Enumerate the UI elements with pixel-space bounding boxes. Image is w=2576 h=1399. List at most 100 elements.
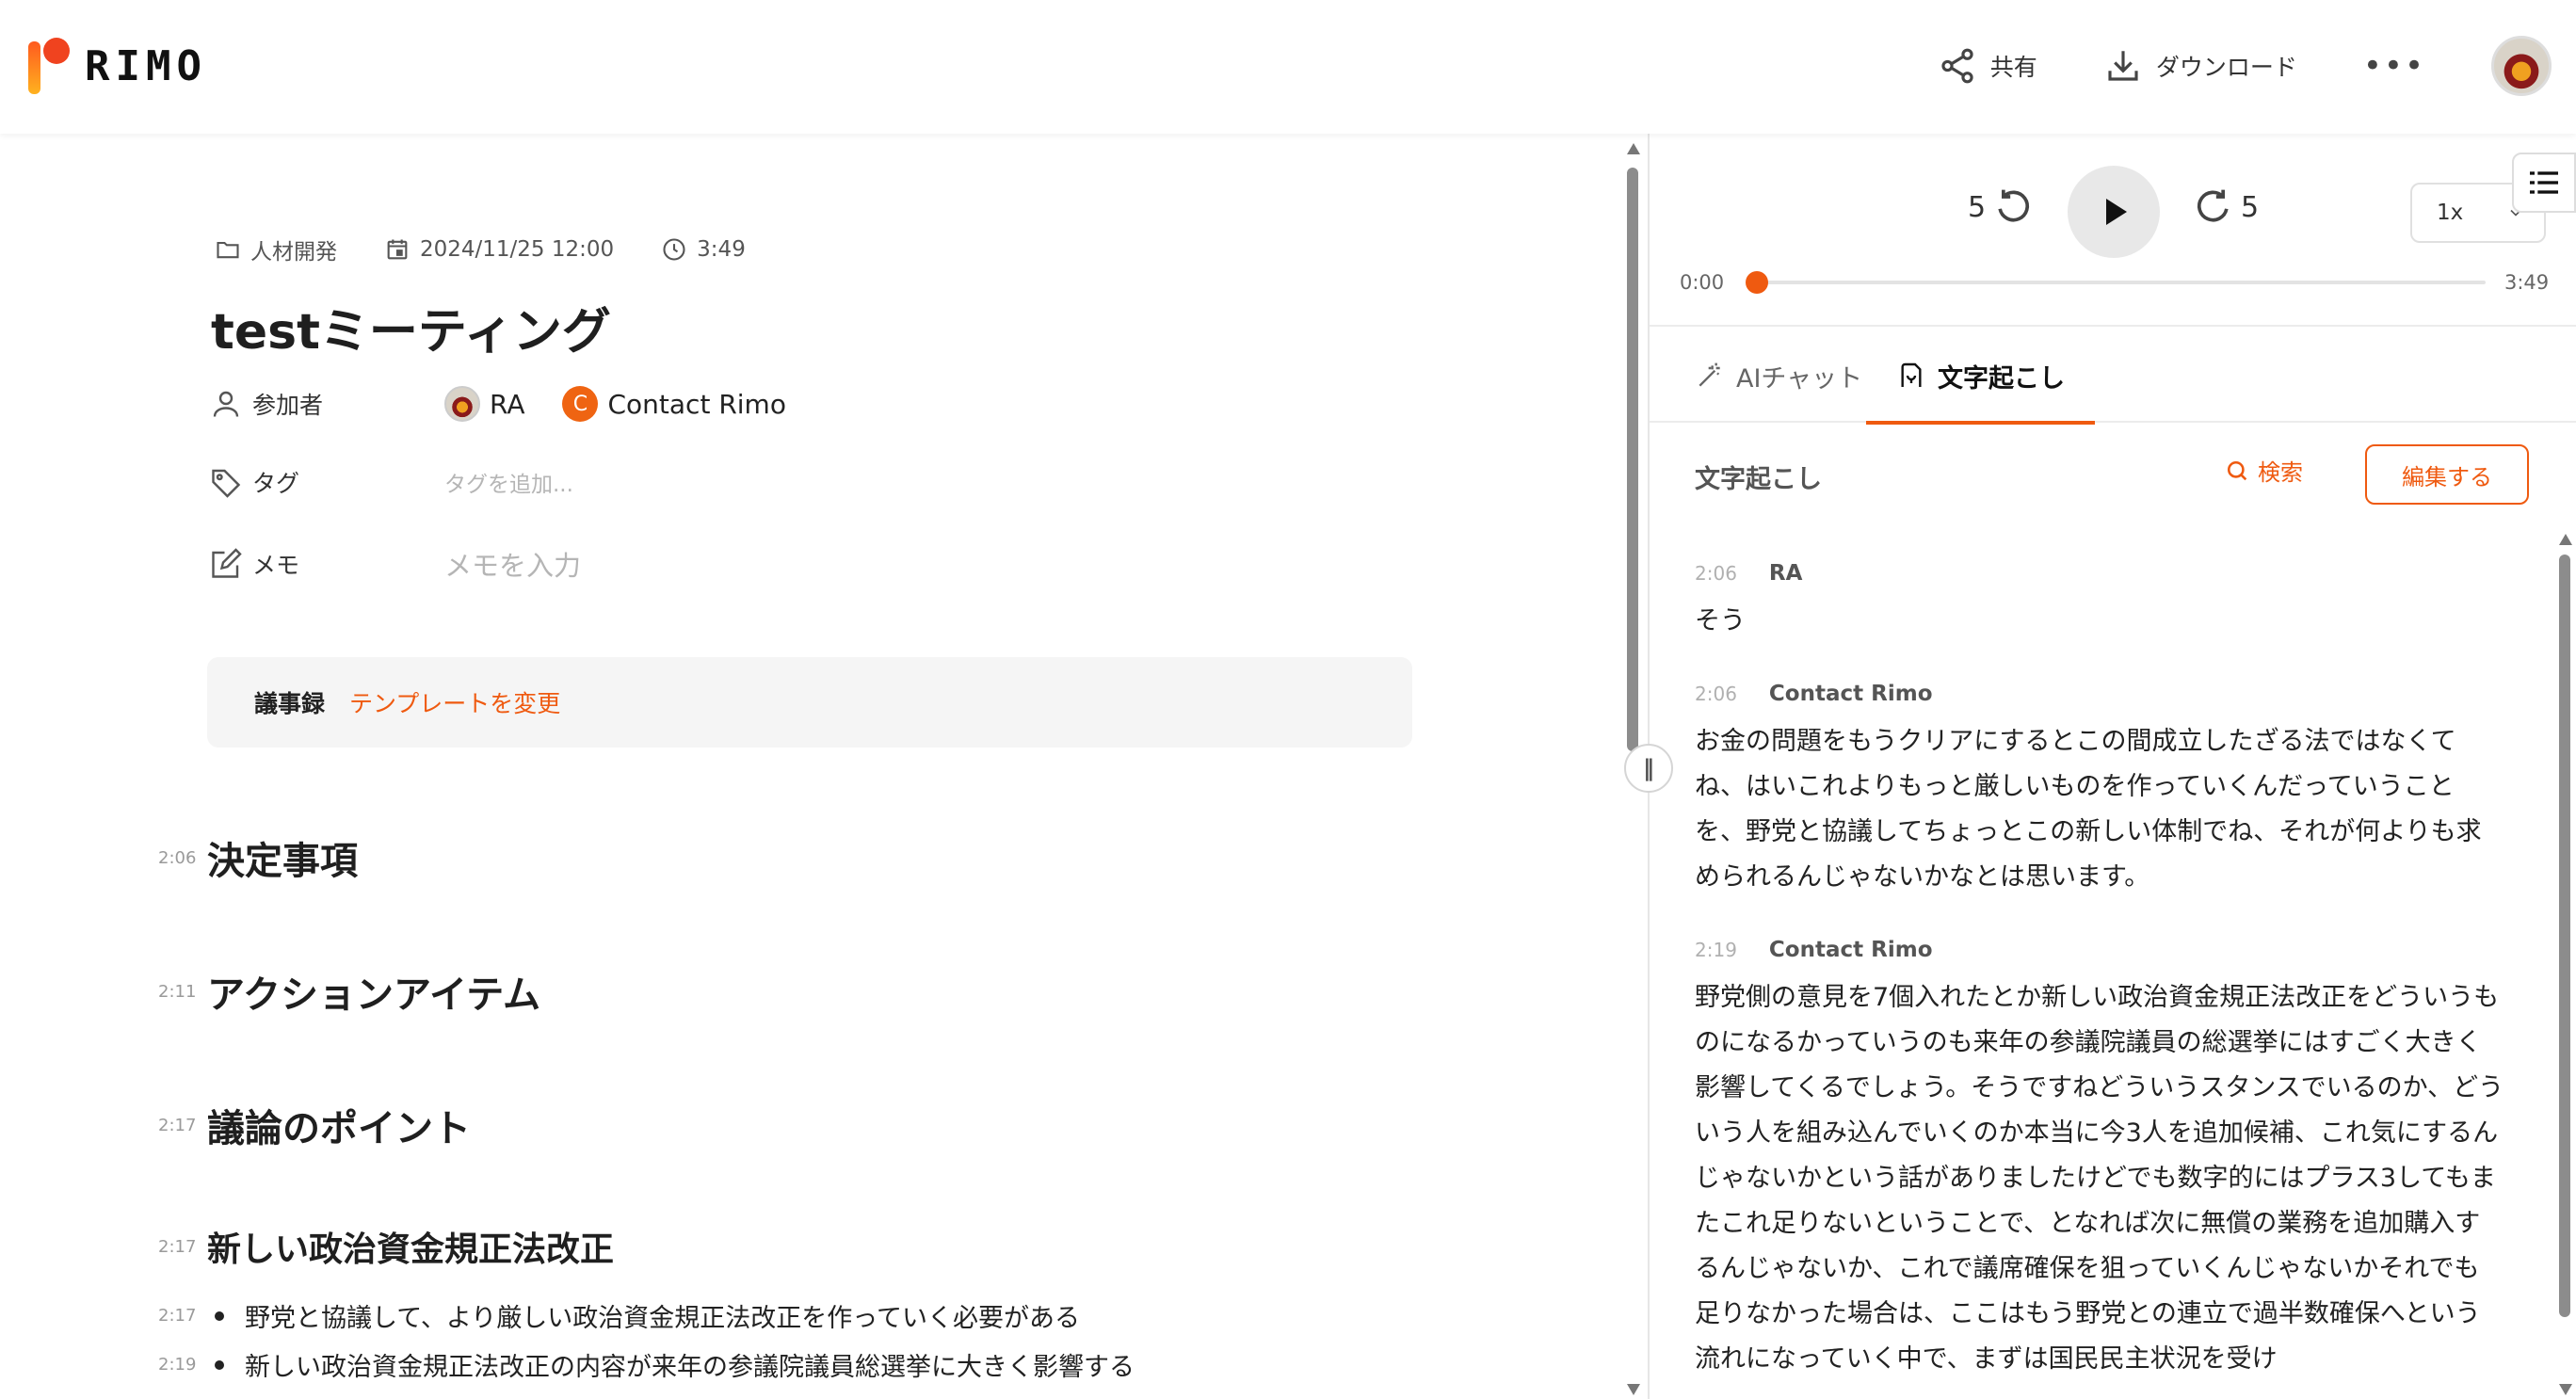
progress-track[interactable]	[1746, 271, 2486, 294]
transcript-heading: 文字起こし	[1695, 465, 1822, 494]
edit-button[interactable]: 編集する	[2365, 444, 2529, 505]
segment-timestamp[interactable]: 2:06	[1695, 683, 1737, 705]
participants-row: 参加者 RA C Contact Rimo	[209, 386, 824, 422]
segment-header: 2:19 Contact Rimo	[1695, 938, 2504, 962]
scroll-down-arrow-icon[interactable]	[2559, 1384, 2572, 1395]
duration-info: 3:49	[661, 236, 746, 263]
memo-label: メモ	[252, 552, 300, 579]
magic-wand-icon	[1699, 362, 1720, 387]
scrollbar-thumb[interactable]	[1627, 168, 1638, 751]
segment-speaker: Contact Rimo	[1768, 938, 1933, 962]
play-button[interactable]	[2068, 166, 2160, 258]
section-timestamp[interactable]: 2:11	[158, 982, 207, 1002]
total-time: 3:49	[2504, 271, 2550, 294]
skip-back-button[interactable]: 5	[1968, 186, 2033, 228]
scroll-up-arrow-icon[interactable]	[1627, 143, 1640, 154]
avatar	[444, 386, 480, 422]
tab-label: AIチャット	[1736, 363, 1863, 394]
share-label: 共有	[1989, 54, 2037, 81]
current-time: 0:00	[1680, 271, 1725, 294]
section-action-items: 2:11 アクションアイテム	[158, 964, 540, 1019]
logo-text: RIMO	[85, 41, 207, 90]
search-icon	[2227, 460, 2247, 480]
edit-icon	[212, 548, 242, 578]
meeting-meta: 人材開発 2024/11/25 12:00 3:49	[215, 233, 746, 265]
segment-timestamp[interactable]: 2:06	[1695, 562, 1737, 585]
bullet-timestamp[interactable]: 2:17	[158, 1306, 207, 1326]
transcript-segment: 2:06 RA そう	[1695, 561, 2504, 644]
list-icon	[2530, 171, 2558, 194]
date-info: 2024/11/25 12:00	[384, 236, 614, 263]
memo-row: メモ メモを入力	[209, 544, 581, 584]
segment-header: 2:06 RA	[1695, 561, 2504, 586]
participant-ra[interactable]: RA	[444, 386, 524, 422]
bullet-timestamp[interactable]: 2:19	[158, 1355, 207, 1375]
segment-text[interactable]: お金の問題をもうクリアにするとこの間成立したざる法ではなくてね、はいこれよりもっ…	[1695, 719, 2504, 900]
segment-header: 2:06 Contact Rimo	[1695, 682, 2504, 706]
user-avatar[interactable]	[2491, 36, 2552, 96]
segment-text[interactable]: そう	[1695, 599, 2504, 644]
skip-forward-button[interactable]: 5	[2194, 186, 2259, 228]
participants-label: 参加者	[252, 392, 324, 419]
search-label: 検索	[2258, 459, 2303, 486]
participants-label-group: 参加者	[209, 387, 444, 421]
progress-knob[interactable]	[1746, 271, 1768, 294]
share-button[interactable]: 共有	[1938, 46, 2037, 86]
participant-name: Contact Rimo	[607, 388, 786, 420]
section-decisions: 2:06 決定事項	[158, 830, 358, 885]
change-template-link[interactable]: テンプレートを変更	[349, 685, 560, 719]
section-heading: 議論のポイント	[207, 1107, 471, 1150]
toc-button[interactable]	[2512, 153, 2576, 213]
search-button[interactable]: 検索	[2224, 454, 2303, 487]
segment-text[interactable]: 野党側の意見を7個入れたとか新しい政治資金規正法改正をどういうものになるかってい…	[1695, 975, 2504, 1382]
section-timestamp[interactable]: 2:17	[158, 1116, 207, 1135]
clock-icon	[663, 238, 685, 261]
folder-name: 人材開発	[250, 240, 337, 265]
section-heading: アクションアイテム	[207, 973, 540, 1017]
tags-row: タグ タグを追加...	[209, 465, 573, 499]
tags-label: タグ	[252, 470, 300, 497]
tags-label-group: タグ	[209, 465, 444, 499]
rewind-icon	[1998, 189, 2030, 222]
download-button[interactable]: ダウンロード	[2103, 46, 2297, 86]
forward-icon	[2197, 189, 2229, 222]
scrollbar-thumb[interactable]	[2559, 555, 2570, 1317]
section-timestamp[interactable]: 2:06	[158, 848, 207, 868]
participant-contact-rimo[interactable]: C Contact Rimo	[562, 386, 786, 422]
play-icon	[2106, 199, 2127, 225]
minutes-header: 議事録 テンプレートを変更	[207, 657, 1412, 748]
section-heading: 新しい政治資金規正法改正	[207, 1230, 615, 1269]
pane-tabs: AIチャット 文字起こし	[1650, 329, 2576, 425]
meeting-title[interactable]: testミーティング	[211, 292, 611, 362]
section-political-funds-law: 2:17 新しい政治資金規正法改正	[158, 1222, 614, 1271]
tab-transcript[interactable]: 文字起こし	[1866, 329, 2095, 425]
bullet-dot-icon	[215, 1359, 224, 1370]
scroll-up-arrow-icon[interactable]	[2559, 534, 2572, 545]
audio-player: 5 5 1x 0:00 3:49	[1650, 134, 2576, 327]
tab-label: 文字起こし	[1938, 363, 2065, 394]
participant-name: RA	[490, 388, 525, 420]
segment-speaker: RA	[1768, 561, 1803, 586]
tags-input[interactable]: タグを追加...	[444, 466, 573, 498]
section-timestamp[interactable]: 2:17	[158, 1237, 207, 1257]
memo-input[interactable]: メモを入力	[444, 544, 581, 584]
download-label: ダウンロード	[2155, 54, 2297, 81]
skip-back-seconds: 5	[1968, 190, 1987, 224]
rimo-logo[interactable]: RIMO	[28, 38, 207, 94]
segment-speaker: Contact Rimo	[1768, 682, 1933, 706]
transcript-scrollbar[interactable]	[2557, 534, 2572, 1399]
tab-ai-chat[interactable]: AIチャット	[1665, 329, 1892, 423]
resize-handle-icon[interactable]: ‖	[1624, 744, 1673, 793]
person-icon	[213, 391, 239, 417]
minutes-label: 議事録	[254, 690, 326, 717]
tag-icon	[212, 469, 241, 498]
transcript-pane: 5 5 1x 0:00 3:49 AIチャット 文字起こし 文字起こし 検索 編…	[1650, 134, 2576, 1399]
calendar-icon	[387, 239, 408, 260]
folder-info[interactable]: 人材開発	[215, 233, 337, 265]
section-heading: 決定事項	[207, 840, 358, 883]
more-options-button[interactable]: •••	[2363, 47, 2425, 85]
bullet-text: 新しい政治資金規正法改正の内容が来年の参議院議員総選挙に大きく影響する	[245, 1353, 1135, 1382]
logo-mark-icon	[28, 38, 73, 94]
segment-timestamp[interactable]: 2:19	[1695, 939, 1737, 961]
scroll-down-arrow-icon[interactable]	[1627, 1384, 1640, 1395]
